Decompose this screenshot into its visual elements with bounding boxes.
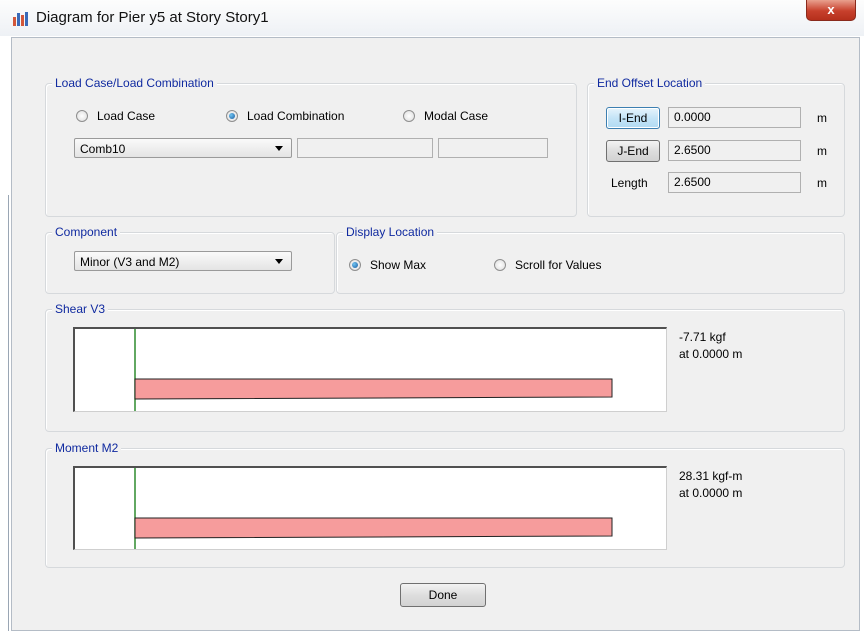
moment-m2-legend: Moment M2	[52, 441, 122, 455]
close-button[interactable]: x	[806, 0, 856, 21]
shear-diagram-svg	[134, 329, 613, 411]
moment-diagram-area	[134, 517, 613, 539]
chevron-down-icon	[275, 146, 283, 151]
moment-diagram-svg	[134, 468, 613, 549]
shear-diagram	[73, 327, 667, 412]
component-select-value: Minor (V3 and M2)	[80, 255, 180, 269]
extra-field-2	[438, 138, 548, 158]
load-case-group: Load Case/Load Combination Load Case Loa…	[45, 76, 577, 217]
j-end-unit: m	[817, 144, 827, 158]
moment-max-location: at 0.0000 m	[679, 486, 743, 500]
load-combination-select[interactable]: Comb10	[74, 138, 292, 158]
scroll-for-values-radio-circle[interactable]	[494, 259, 506, 271]
window-title: Diagram for Pier y5 at Story Story1	[36, 9, 269, 26]
shear-max-location: at 0.0000 m	[679, 347, 743, 361]
j-end-field[interactable]: 2.6500	[668, 140, 801, 161]
extra-field-1	[297, 138, 433, 158]
shear-v3-group: Shear V3 -7.71 kgf at 0.0000 m	[45, 302, 845, 432]
modal-case-radio-label: Modal Case	[424, 109, 489, 123]
end-offset-legend: End Offset Location	[594, 76, 706, 90]
load-combination-radio[interactable]: Load Combination	[226, 109, 344, 123]
window-edge	[8, 195, 9, 631]
length-field: 2.6500	[668, 172, 801, 193]
j-end-button[interactable]: J-End	[606, 140, 660, 162]
load-case-radio[interactable]: Load Case	[76, 109, 155, 123]
load-combination-radio-circle[interactable]	[226, 110, 238, 122]
component-group: Component Minor (V3 and M2)	[45, 225, 335, 294]
load-combination-select-value: Comb10	[80, 142, 126, 156]
component-legend: Component	[52, 225, 121, 239]
moment-max-value: 28.31 kgf-m	[679, 469, 743, 483]
component-select[interactable]: Minor (V3 and M2)	[74, 251, 292, 271]
diagram-window: Diagram for Pier y5 at Story Story1 x Lo…	[0, 0, 864, 631]
length-unit: m	[817, 176, 827, 190]
i-end-unit: m	[817, 111, 827, 125]
show-max-radio-circle[interactable]	[349, 259, 361, 271]
show-max-radio-label: Show Max	[370, 258, 427, 272]
modal-case-radio-circle[interactable]	[403, 110, 415, 122]
shear-max-value: -7.71 kgf	[679, 330, 726, 344]
scroll-for-values-radio-label: Scroll for Values	[515, 258, 602, 272]
show-max-radio[interactable]: Show Max	[349, 258, 426, 272]
scroll-for-values-radio[interactable]: Scroll for Values	[494, 258, 601, 272]
i-end-button[interactable]: I-End	[606, 107, 660, 129]
chevron-down-icon	[275, 259, 283, 264]
close-icon: x	[827, 2, 835, 17]
done-button[interactable]: Done	[400, 583, 486, 607]
dialog-body: Load Case/Load Combination Load Case Loa…	[11, 37, 860, 631]
shear-diagram-area	[134, 378, 613, 400]
display-location-group: Display Location Show Max Scroll for Val…	[336, 225, 845, 294]
load-combination-radio-label: Load Combination	[247, 109, 345, 123]
title-bar[interactable]: Diagram for Pier y5 at Story Story1 x	[0, 0, 864, 36]
load-case-radio-circle[interactable]	[76, 110, 88, 122]
modal-case-radio[interactable]: Modal Case	[403, 109, 488, 123]
display-location-legend: Display Location	[343, 225, 438, 239]
i-end-field[interactable]: 0.0000	[668, 107, 801, 128]
moment-m2-group: Moment M2 28.31 kgf-m at 0.0000 m	[45, 441, 845, 568]
load-case-legend: Load Case/Load Combination	[52, 76, 217, 90]
app-icon	[13, 12, 28, 26]
length-label: Length	[611, 176, 648, 190]
moment-diagram	[73, 466, 667, 550]
load-case-radio-label: Load Case	[97, 109, 156, 123]
shear-v3-legend: Shear V3	[52, 302, 109, 316]
end-offset-group: End Offset Location I-End 0.0000 m J-End…	[587, 76, 845, 217]
